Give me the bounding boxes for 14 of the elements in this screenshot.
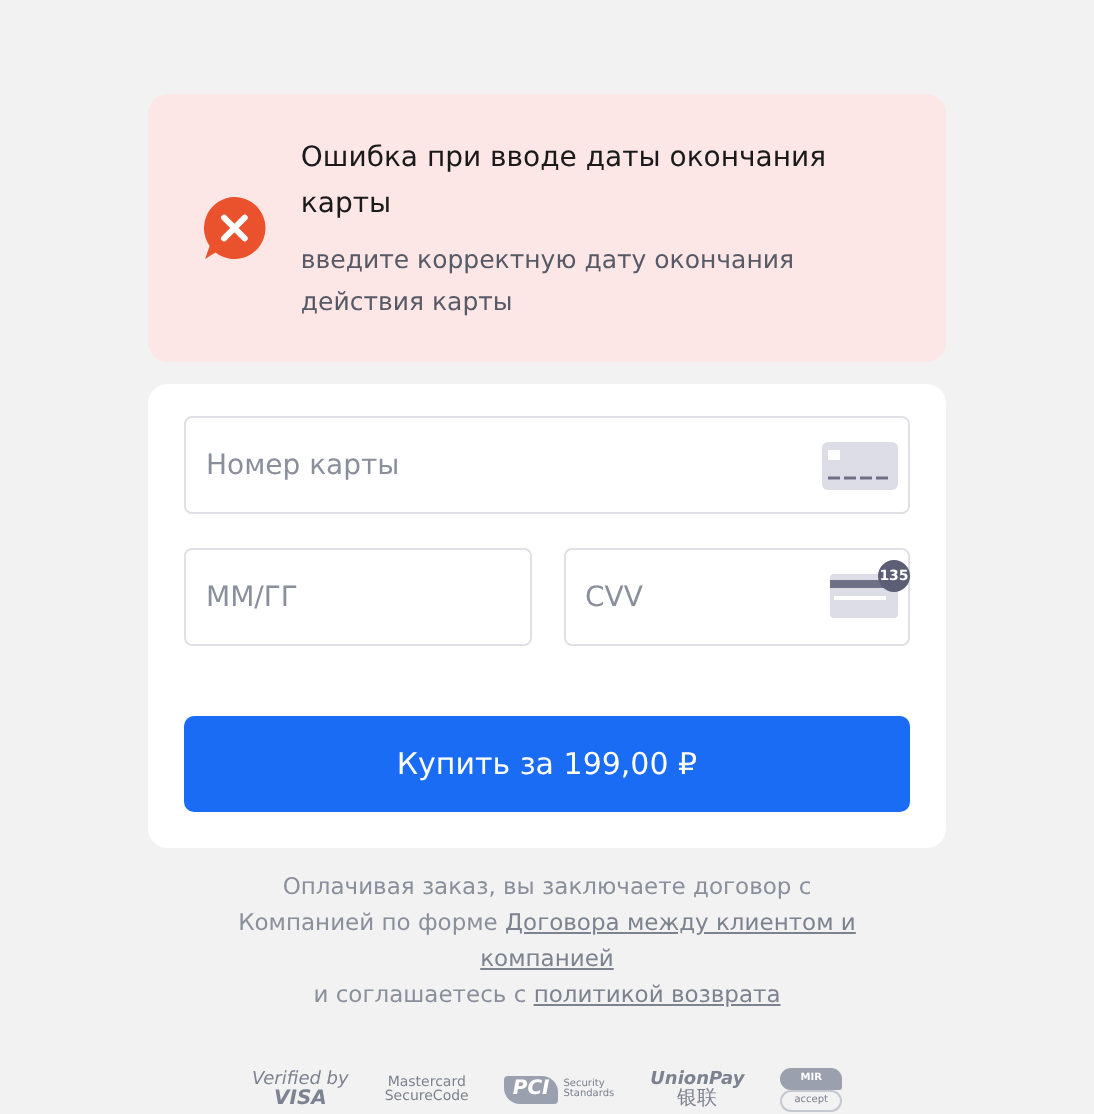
unionpay-logo: UnionPay 银联: [650, 1071, 745, 1109]
verified-by-visa-logo: Verified by VISA: [252, 1071, 349, 1109]
buy-button[interactable]: Купить за 199,00 ₽: [184, 716, 910, 812]
agreement-link[interactable]: компанией: [480, 944, 614, 972]
expiry-field[interactable]: ММ/ГГ: [184, 548, 531, 646]
card-number-field[interactable]: Номер карты: [184, 416, 910, 514]
legal-text: Оплачивая заказ, вы заключаете договор с: [282, 872, 812, 900]
legal-text: и соглашаетесь с: [313, 980, 529, 1008]
agreement-link[interactable]: Договора между клиентом и: [505, 908, 856, 936]
error-title: Ошибка при вводе даты окончания карты: [300, 139, 829, 223]
legal-text: Компанией по форме: [238, 908, 500, 936]
error-message: введите корректную дату окончания действия карты: [300, 241, 797, 320]
agreement-link[interactable]: политикой возврата: [533, 980, 781, 1008]
card-icon: [822, 442, 898, 490]
